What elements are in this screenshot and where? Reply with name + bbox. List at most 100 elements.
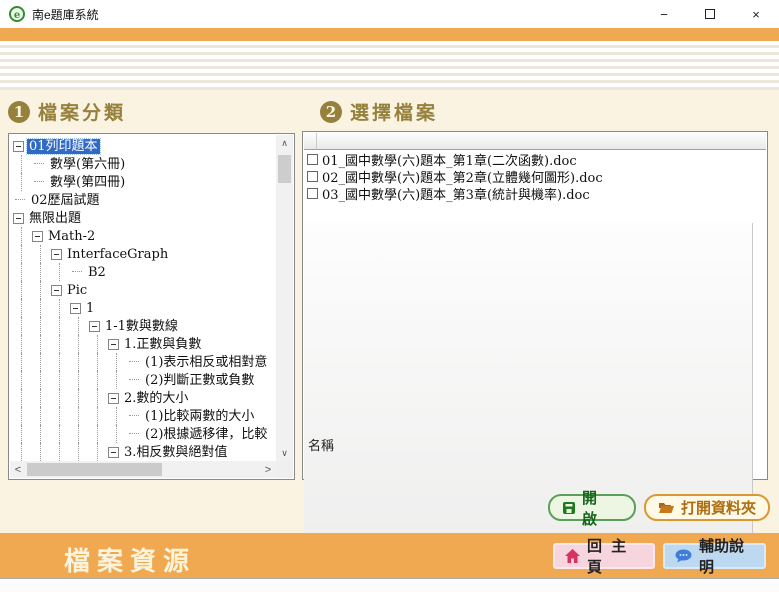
tree-item[interactable]: (1)比較兩數的大小 (10, 407, 276, 425)
tree-connector (127, 425, 143, 443)
tree-item-label: (1)表示相反或相對意 (143, 355, 269, 370)
tree-guide (70, 443, 89, 461)
app-icon: e (9, 6, 25, 22)
tree-guide (51, 371, 70, 389)
tree-item-label: 01列印題本 (27, 139, 100, 154)
tree-item[interactable]: 01列印題本 (10, 137, 276, 155)
tree-item[interactable]: InterfaceGraph (10, 245, 276, 263)
tree-guide (13, 281, 32, 299)
tree-item[interactable]: 3.相反數與絕對值 (10, 443, 276, 461)
tree-guide (51, 443, 70, 461)
tree-item[interactable]: 1-1數與數線 (10, 317, 276, 335)
tree-item-label: B2 (86, 265, 108, 280)
file-item[interactable]: 02_國中數學(六)題本_第2章(立體幾何圖形).doc (304, 168, 766, 185)
tree-item[interactable]: Math-2 (10, 227, 276, 245)
tree-connector (32, 173, 48, 191)
tree-item-label: 數學(第四冊) (48, 175, 127, 190)
scroll-right-icon[interactable]: > (260, 461, 276, 478)
tree-guide (32, 281, 51, 299)
collapse-toggle-icon[interactable] (70, 303, 81, 314)
tree-item[interactable]: (2)根據遞移律，比較 (10, 425, 276, 443)
tree-guide (70, 389, 89, 407)
collapse-toggle-icon[interactable] (108, 339, 119, 350)
tree-item[interactable]: 1 (10, 299, 276, 317)
section-title-select-file: 選擇檔案 (350, 98, 438, 125)
tree-guide (89, 407, 108, 425)
tree-guide (32, 299, 51, 317)
tree-guide (13, 299, 32, 317)
tree-item-label: Pic (65, 283, 89, 298)
tree-item[interactable]: (1)表示相反或相對意 (10, 353, 276, 371)
tree-item[interactable]: 數學(第四冊) (10, 173, 276, 191)
collapse-toggle-icon[interactable] (51, 285, 62, 296)
tree-guide (89, 425, 108, 443)
column-header-filler (317, 133, 766, 150)
collapse-toggle-icon[interactable] (13, 213, 24, 224)
collapse-toggle-icon[interactable] (108, 447, 119, 458)
collapse-toggle-icon[interactable] (13, 141, 24, 152)
open-folder-button[interactable]: 打開資料夾 (644, 494, 770, 521)
speech-bubble-icon (675, 549, 692, 563)
tree-guide (89, 353, 108, 371)
tree-item-label: 數學(第六冊) (48, 157, 127, 172)
tree-vertical-scrollbar[interactable]: ∧ ∨ (276, 135, 293, 461)
tree-guide (70, 353, 89, 371)
file-checkbox[interactable] (307, 171, 318, 182)
tree-guide (51, 317, 70, 335)
tree-connector (127, 353, 143, 371)
scroll-up-icon[interactable]: ∧ (276, 135, 293, 151)
tree-item[interactable]: (2)判斷正數或負數 (10, 371, 276, 389)
scroll-left-icon[interactable]: < (10, 461, 26, 478)
file-checkbox[interactable] (307, 188, 318, 199)
horizontal-scroll-thumb[interactable] (27, 463, 162, 476)
open-button[interactable]: 開 啟 (548, 494, 636, 521)
close-button[interactable]: × (733, 0, 779, 28)
collapse-toggle-icon[interactable] (89, 321, 100, 332)
tree-guide (13, 371, 32, 389)
tree-item-label: 1 (84, 301, 96, 316)
tree-item[interactable]: B2 (10, 263, 276, 281)
file-checkbox[interactable] (307, 154, 318, 165)
tree-guide (13, 263, 32, 281)
column-header-extra[interactable] (304, 133, 317, 150)
tree-guide (70, 407, 89, 425)
minimize-button[interactable]: − (641, 0, 687, 28)
file-item-label: 03_國中數學(六)題本_第3章(統計與機率).doc (322, 184, 590, 203)
tree-item[interactable]: 2.數的大小 (10, 389, 276, 407)
tree-guide (70, 317, 89, 335)
maximize-icon (705, 9, 715, 19)
tree-guide (13, 425, 32, 443)
tree-item[interactable]: 數學(第六冊) (10, 155, 276, 173)
tree-guide (51, 407, 70, 425)
tree-item[interactable]: 02歷屆試題 (10, 191, 276, 209)
help-button[interactable]: 輔助說明 (663, 543, 766, 569)
tree-guide (32, 371, 51, 389)
collapse-toggle-icon[interactable] (51, 249, 62, 260)
tree-item-label: 1-1數與數線 (103, 319, 180, 334)
tree-horizontal-scrollbar[interactable]: < > (10, 461, 276, 478)
header-orange-band (0, 28, 779, 41)
tree-guide (108, 425, 127, 443)
collapse-toggle-icon[interactable] (108, 393, 119, 404)
tree-item[interactable]: Pic (10, 281, 276, 299)
tree-guide (108, 371, 127, 389)
app-window: e 南e題庫系統 − × 1 檔案分類 2 選擇檔案 01列印題本數學(第六冊)… (0, 0, 779, 592)
file-item[interactable]: 03_國中數學(六)題本_第3章(統計與機率).doc (304, 185, 766, 202)
maximize-button[interactable] (687, 0, 733, 28)
collapse-toggle-icon[interactable] (32, 231, 43, 242)
tree-item[interactable]: 1.正數與負數 (10, 335, 276, 353)
vertical-scroll-thumb[interactable] (278, 155, 291, 183)
tree-guide (13, 443, 32, 461)
file-item[interactable]: 01_國中數學(六)題本_第1章(二次函數).doc (304, 151, 766, 168)
title-bar: e 南e題庫系統 − × (0, 0, 779, 28)
step-1-badge: 1 (8, 101, 30, 123)
scroll-down-icon[interactable]: ∨ (276, 445, 293, 461)
tree-connector (32, 155, 48, 173)
tree-item-label: 02歷屆試題 (29, 193, 102, 208)
tree-item[interactable]: 無限出題 (10, 209, 276, 227)
tree-connector (13, 191, 29, 209)
footer-bar: 檔案資源 回 主 頁 輔助說明 (0, 533, 779, 578)
home-button[interactable]: 回 主 頁 (553, 543, 655, 569)
tree-guide (89, 389, 108, 407)
tree-guide (89, 371, 108, 389)
